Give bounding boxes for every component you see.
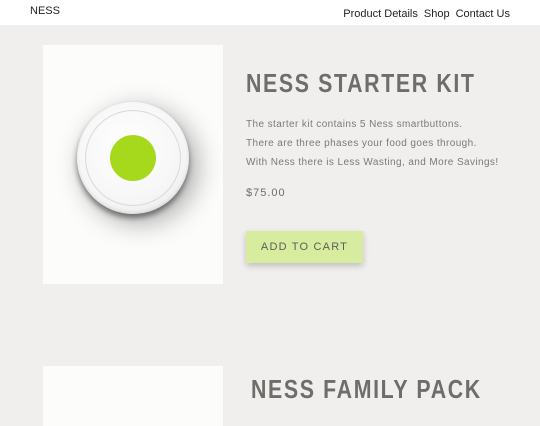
description-line: With Ness there is Less Wasting, and Mor… bbox=[246, 157, 499, 168]
nav-product-details[interactable]: Product Details bbox=[343, 8, 418, 20]
smartbutton-green-dot bbox=[110, 135, 156, 181]
product-image-card bbox=[43, 45, 223, 284]
product-title: NESS STARTER KIT bbox=[246, 68, 476, 98]
product-price: $75.00 bbox=[246, 187, 286, 199]
nav-contact-us[interactable]: Contact Us bbox=[456, 8, 510, 20]
add-to-cart-button[interactable]: ADD TO CART bbox=[246, 231, 363, 263]
description-line: The starter kit contains 5 Ness smartbut… bbox=[246, 119, 463, 130]
nav-shop[interactable]: Shop bbox=[424, 8, 450, 20]
main-nav: Product Details Shop Contact Us bbox=[343, 8, 510, 20]
product-image-card-2 bbox=[43, 366, 223, 426]
description-line: There are three phases your food goes th… bbox=[246, 138, 477, 149]
smartbutton-image bbox=[77, 102, 189, 214]
top-navigation-bar: NESS Product Details Shop Contact Us bbox=[0, 0, 540, 25]
product-description: The starter kit contains 5 Ness smartbut… bbox=[246, 115, 531, 172]
product-title-2: NESS FAMILY PACK bbox=[251, 374, 482, 404]
brand-logo[interactable]: NESS bbox=[30, 5, 60, 17]
